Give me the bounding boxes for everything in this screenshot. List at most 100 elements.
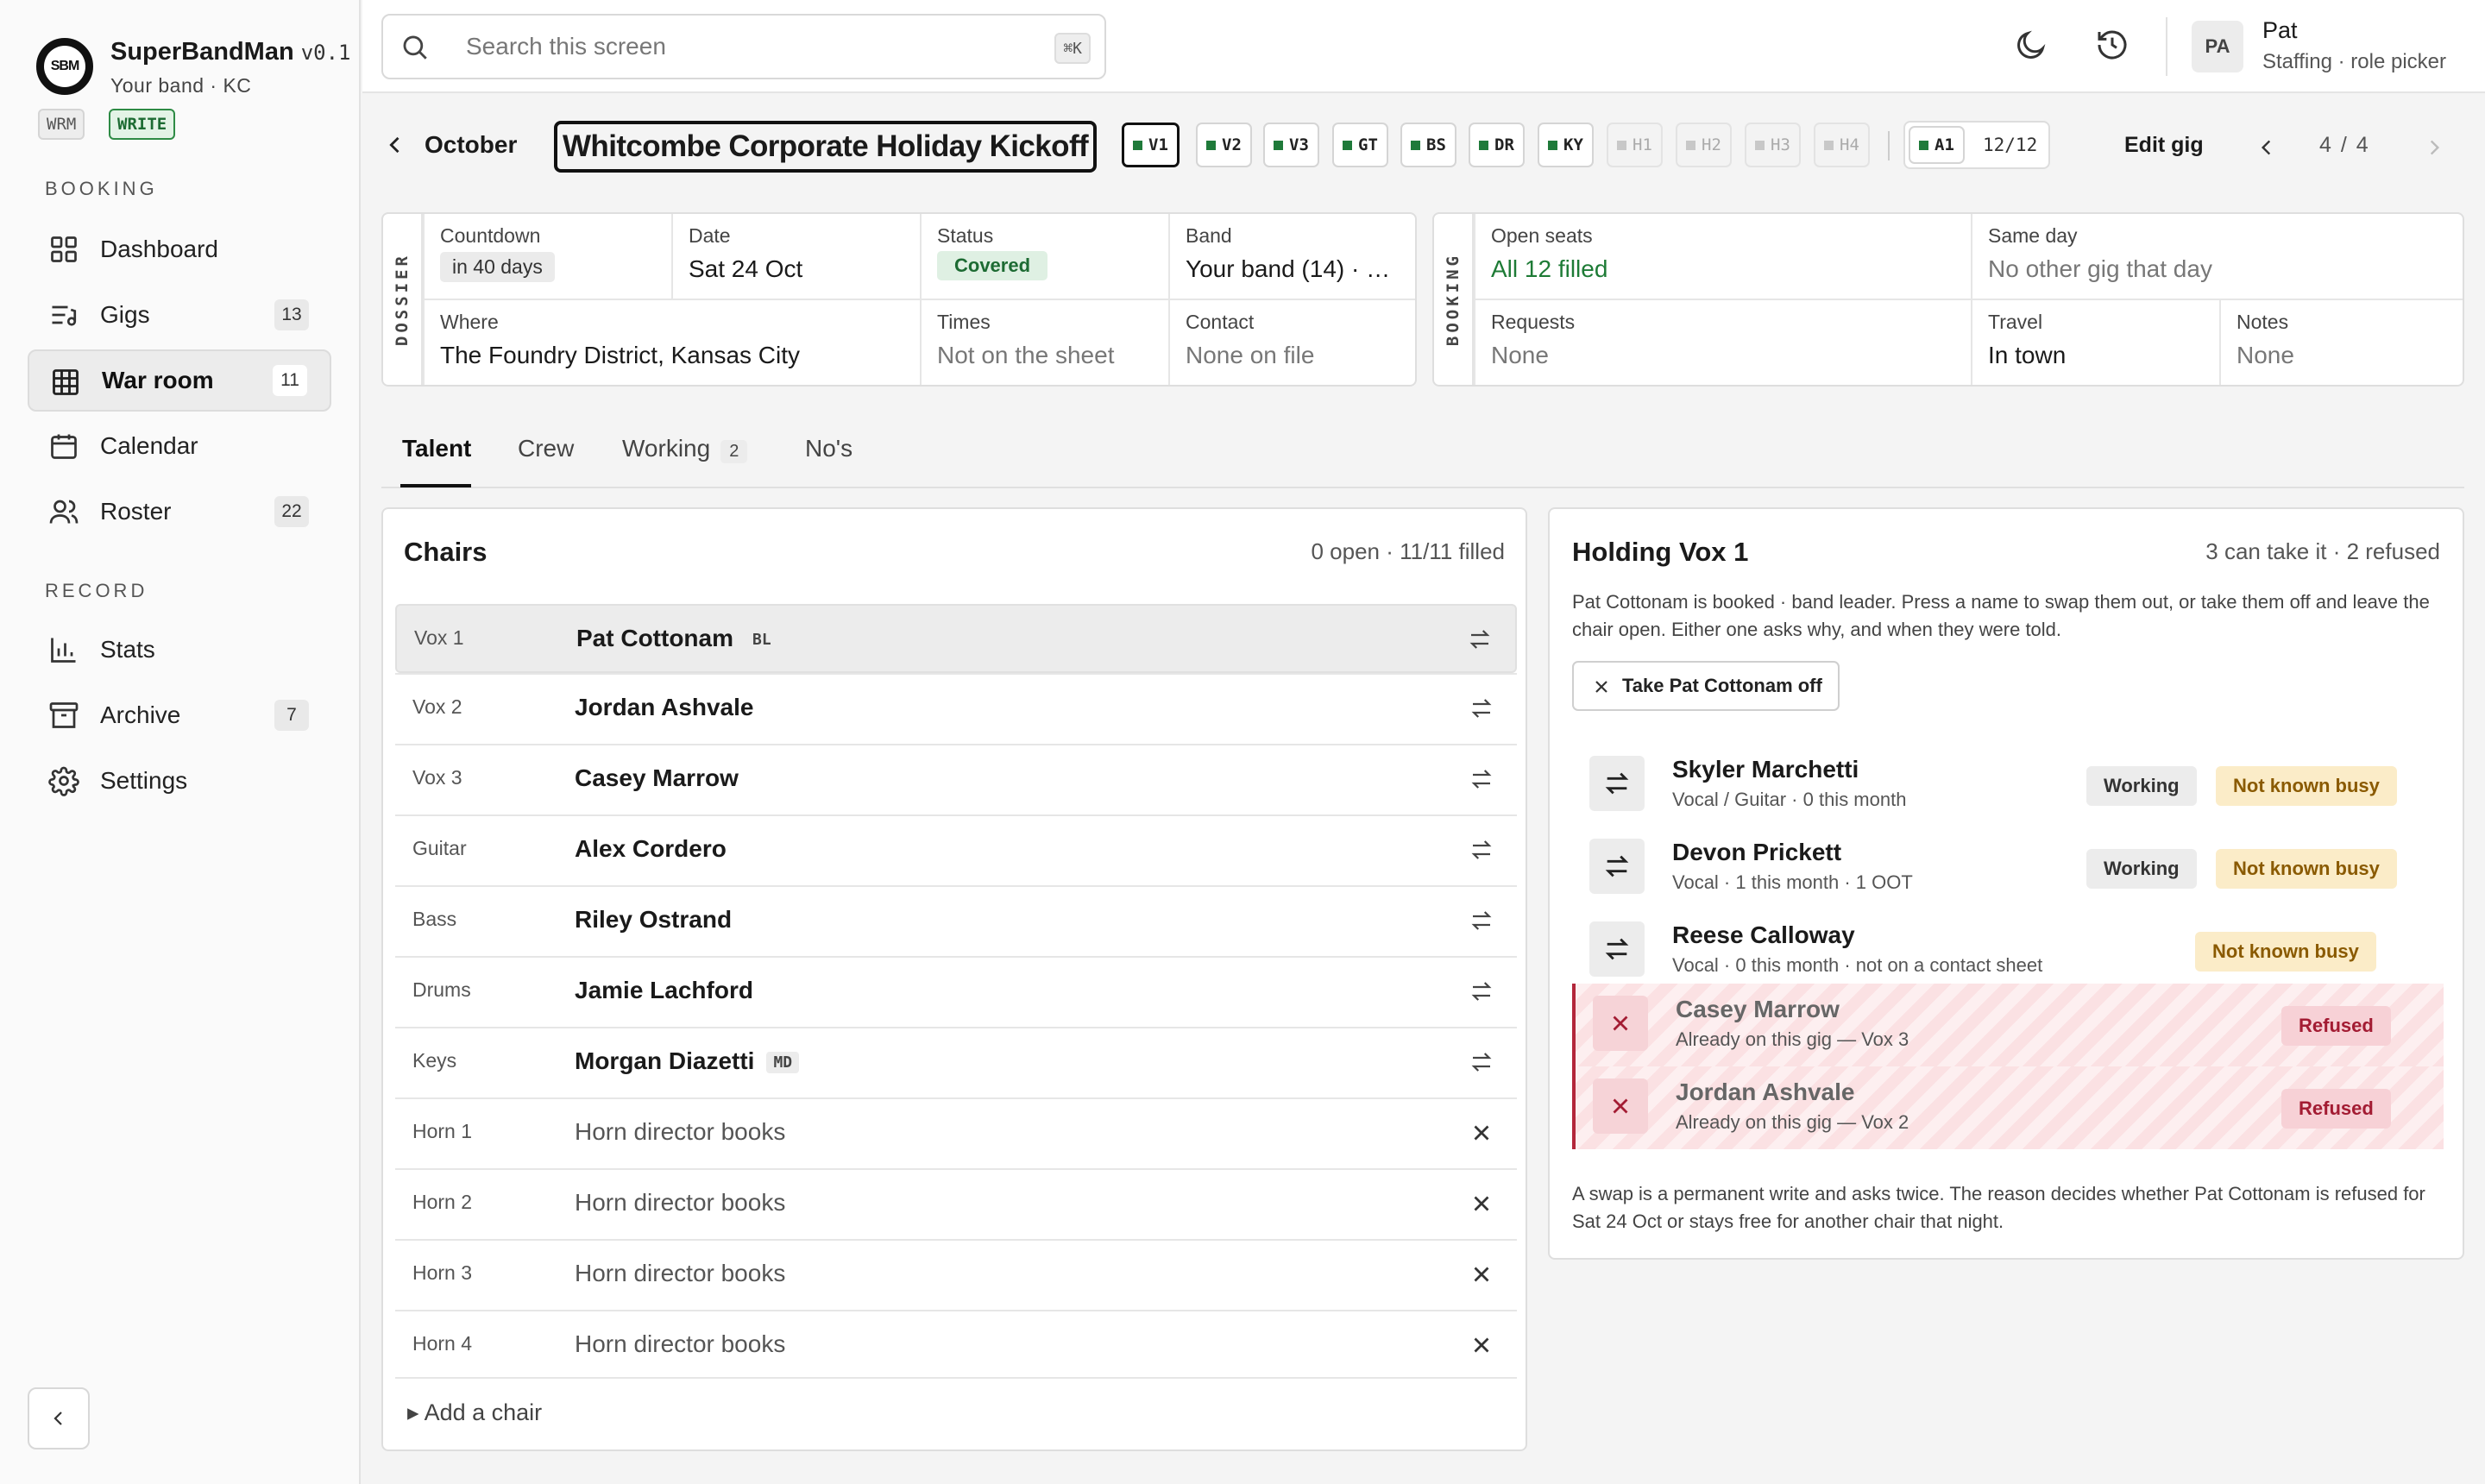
swap-icon[interactable] — [1467, 626, 1493, 652]
chair-position: Drums — [412, 978, 471, 1001]
swap-icon[interactable] — [1469, 978, 1494, 1004]
chip-status-dot — [1274, 140, 1283, 150]
bar-chart-icon — [51, 638, 76, 663]
tab-crew[interactable]: Crew — [518, 435, 574, 462]
chairs-meta: 0 open · 11/11 filled — [1311, 538, 1505, 564]
edit-gig-button[interactable]: Edit gig — [2124, 133, 2204, 158]
gig-title[interactable]: Whitcombe Corporate Holiday Kickoff — [554, 121, 1098, 173]
swap-icon[interactable] — [1469, 908, 1494, 934]
candidate-detail: Already on this gig — Vox 2 — [1676, 1111, 1909, 1133]
sidebar-item-gigs[interactable]: Gigs 13 — [28, 284, 331, 346]
tab-nos[interactable]: No's — [805, 435, 852, 462]
contact-field: Contact None on file — [1168, 299, 1415, 385]
tab-working[interactable]: Working 2 — [622, 435, 748, 463]
chip-v2[interactable]: V2 — [1196, 123, 1252, 167]
chip-gt[interactable]: GT — [1332, 123, 1388, 167]
chair-row[interactable]: Guitar Alex Cordero — [395, 814, 1517, 883]
swap-icon[interactable] — [1469, 695, 1494, 721]
close-icon[interactable] — [1469, 1191, 1494, 1217]
chip-h1[interactable]: H1 — [1607, 123, 1663, 167]
player-name: Jordan Ashvale — [575, 694, 754, 720]
field-label: Times — [937, 311, 991, 333]
field-label: Band — [1186, 224, 1232, 247]
chair-row[interactable]: Horn 3 Horn director books — [395, 1239, 1517, 1308]
chair-row[interactable]: Horn 4 Horn director books — [395, 1310, 1517, 1379]
field-label: Open seats — [1491, 224, 1593, 247]
chair-position: Bass — [412, 908, 457, 930]
chip-bs[interactable]: BS — [1400, 123, 1456, 167]
back-to-month-link[interactable]: October — [425, 131, 517, 159]
sidebar-item-dashboard[interactable]: Dashboard — [28, 218, 331, 280]
archive-icon — [49, 702, 79, 728]
sidebar-item-war-room[interactable]: War room 11 — [28, 349, 331, 412]
search-input[interactable]: Search this screen ⌘K — [381, 14, 1106, 79]
add-chair-button[interactable]: ▸ Add a chair — [407, 1399, 542, 1426]
chair-row[interactable]: Vox 2 Jordan Ashvale — [395, 673, 1517, 742]
search-shortcut: ⌘K — [1054, 33, 1091, 64]
chip-a1[interactable]: A1 — [1909, 126, 1965, 164]
candidate-row[interactable]: Devon Prickett Vocal · 1 this month · 1 … — [1572, 827, 2444, 909]
chip-h4[interactable]: H4 — [1814, 123, 1870, 167]
app-name-text: SuperBandMan — [110, 38, 294, 66]
field-label: Date — [689, 224, 731, 247]
candidate-row[interactable]: Reese Calloway Vocal · 0 this month · no… — [1572, 909, 2444, 992]
prev-gig-icon[interactable] — [2255, 135, 2278, 160]
close-icon[interactable] — [1469, 1332, 1494, 1358]
chip-status-dot — [1479, 140, 1488, 150]
candidate-detail: Vocal / Guitar · 0 this month — [1672, 789, 1907, 810]
chair-row[interactable]: Vox 1 Pat Cottonam BL — [395, 604, 1517, 673]
swap-button[interactable] — [1589, 756, 1645, 811]
app-logo[interactable]: SBM — [36, 38, 93, 95]
sidebar-item-calendar[interactable]: Calendar — [28, 415, 331, 477]
sidebar-item-archive[interactable]: Archive 7 — [28, 684, 331, 746]
avatar[interactable]: PA — [2192, 21, 2243, 72]
sidebar-item-stats[interactable]: Stats — [28, 619, 331, 681]
next-gig-icon[interactable] — [2423, 135, 2445, 160]
chip-ky[interactable]: KY — [1538, 123, 1594, 167]
chip-label: V2 — [1222, 135, 1242, 154]
tab-talent[interactable]: Talent — [402, 435, 471, 462]
chip-label: V3 — [1289, 135, 1309, 154]
moon-icon[interactable] — [2014, 28, 2048, 62]
close-icon[interactable] — [1469, 1261, 1494, 1287]
swap-icon[interactable] — [1469, 1049, 1494, 1075]
chip-h2[interactable]: H2 — [1676, 123, 1732, 167]
chair-position: Guitar — [412, 837, 467, 859]
chip-v1[interactable]: V1 — [1122, 123, 1180, 167]
chair-position: Vox 3 — [412, 766, 462, 789]
close-icon[interactable] — [1469, 1120, 1494, 1146]
busy-badge: Not known busy — [2216, 766, 2397, 806]
band-field[interactable]: Band Your band (14) · … — [1168, 214, 1415, 300]
field-value: All 12 filled — [1491, 255, 1608, 282]
swap-button[interactable] — [1589, 921, 1645, 977]
chair-row[interactable]: Keys Morgan Diazetti MD — [395, 1027, 1517, 1096]
chair-row[interactable]: Vox 3 Casey Marrow — [395, 744, 1517, 813]
player-name: Pat Cottonam — [576, 625, 733, 651]
chair-row[interactable]: Bass Riley Ostrand — [395, 885, 1517, 954]
swap-button[interactable] — [1589, 839, 1645, 894]
chip-h3[interactable]: H3 — [1745, 123, 1801, 167]
chip-v3[interactable]: V3 — [1263, 123, 1319, 167]
chair-row[interactable]: Horn 1 Horn director books — [395, 1097, 1517, 1166]
app-subtitle: Your band · KC — [110, 74, 252, 97]
swap-icon[interactable] — [1469, 766, 1494, 792]
close-icon — [1595, 681, 1607, 693]
sidebar-item-roster[interactable]: Roster 22 — [28, 481, 331, 543]
tab-count: 2 — [720, 440, 748, 463]
take-off-button[interactable]: Take Pat Cottonam off — [1572, 661, 1840, 711]
back-chevron-icon[interactable] — [383, 131, 407, 159]
collapse-sidebar-button[interactable] — [28, 1387, 90, 1449]
candidate-row[interactable]: Skyler Marchetti Vocal / Guitar · 0 this… — [1572, 744, 2444, 827]
chip-dr[interactable]: DR — [1469, 123, 1525, 167]
chair-position: Horn 3 — [412, 1261, 473, 1284]
countdown-field: Countdown in 40 days — [423, 214, 671, 300]
swap-icon[interactable] — [1469, 837, 1494, 863]
chair-row[interactable]: Drums Jamie Lachford — [395, 956, 1517, 1025]
chip-status-dot — [1755, 140, 1765, 150]
sidebar: SBM SuperBandMan v0.1 Your band · KC WRM … — [0, 0, 361, 1484]
chair-row[interactable]: Horn 2 Horn director books — [395, 1168, 1517, 1237]
sidebar-item-count: 11 — [273, 365, 307, 396]
travel-field: Travel In town — [1971, 299, 2219, 385]
history-icon[interactable] — [2095, 28, 2130, 62]
sidebar-item-settings[interactable]: Settings — [28, 750, 331, 812]
